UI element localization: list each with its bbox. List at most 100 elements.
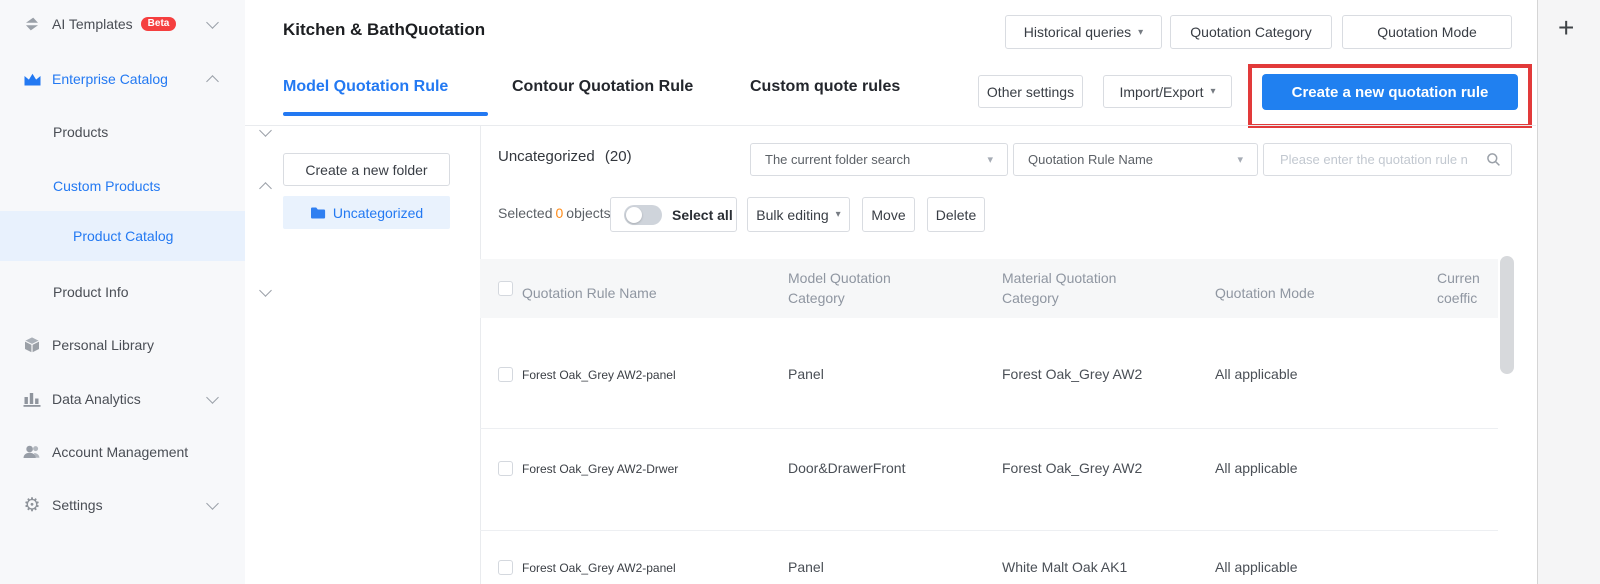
selected-suffix: objects — [566, 205, 610, 221]
other-settings-button[interactable]: Other settings — [978, 75, 1083, 108]
app-window: AI Templates Beta Enterprise Catalog Pro… — [0, 0, 1600, 584]
move-button[interactable]: Move — [862, 197, 915, 232]
sidebar-item-ai-templates[interactable]: AI Templates Beta — [0, 6, 245, 42]
delete-button[interactable]: Delete — [927, 197, 985, 232]
sidebar-item-label: Account Management — [52, 444, 188, 460]
toggle-knob — [626, 207, 642, 223]
column-header-coefficient: Curren coeffic — [1437, 268, 1480, 308]
historical-queries-button[interactable]: Historical queries ▾ — [1005, 15, 1162, 49]
tab-model-quotation-rule[interactable]: Model Quotation Rule — [283, 78, 448, 96]
create-quotation-rule-label: Create a new quotation rule — [1292, 84, 1489, 101]
page-title: Kitchen & BathQuotation — [283, 20, 485, 40]
cell-rule-name: Forest Oak_Grey AW2-Drwer — [522, 462, 678, 476]
selected-count: 0 — [552, 205, 566, 221]
folder-item-label: Uncategorized — [333, 205, 423, 221]
cell-quotation-mode: All applicable — [1215, 559, 1298, 575]
cell-model-category: Door&DrawerFront — [788, 460, 905, 476]
quotation-category-label: Quotation Category — [1190, 24, 1311, 40]
rule-search-input[interactable] — [1278, 151, 1480, 168]
select-all-label: Select all — [672, 207, 733, 223]
sidebar-item-label: Products — [53, 124, 108, 140]
create-quotation-rule-button[interactable]: Create a new quotation rule — [1262, 74, 1518, 110]
current-folder-count: (20) — [605, 148, 632, 165]
selected-prefix: Selected — [498, 205, 552, 221]
active-tab-underline — [283, 112, 488, 116]
sidebar-item-label: Enterprise Catalog — [52, 71, 168, 87]
search-field-value: Quotation Rule Name — [1028, 152, 1153, 167]
panel-divider — [480, 125, 481, 584]
search-icon[interactable] — [1486, 152, 1501, 167]
chevron-down-icon — [206, 16, 219, 29]
current-folder-name: Uncategorized — [498, 148, 595, 165]
sidebar-item-settings[interactable]: ⚙ Settings — [0, 487, 245, 523]
cube-icon — [22, 336, 42, 354]
select-all-toggle[interactable] — [624, 205, 662, 225]
chevron-up-icon — [206, 75, 219, 88]
sidebar-item-label: Product Info — [53, 284, 129, 300]
sidebar-item-label: Settings — [52, 497, 103, 513]
quotation-mode-label: Quotation Mode — [1377, 24, 1477, 40]
folder-icon — [310, 206, 326, 220]
bar-chart-icon — [22, 391, 42, 407]
table-scrollbar[interactable] — [1500, 256, 1514, 374]
cell-model-category: Panel — [788, 366, 824, 382]
gear-icon: ⚙ — [22, 496, 42, 515]
select-all-checkbox[interactable] — [498, 281, 513, 296]
chevron-down-icon — [206, 497, 219, 510]
search-field-dropdown[interactable]: Quotation Rule Name ▾ — [1013, 143, 1258, 176]
sidebar-item-product-catalog[interactable]: Product Catalog — [0, 211, 245, 261]
caret-down-icon: ▾ — [836, 209, 841, 220]
tab-custom-quote-rules[interactable]: Custom quote rules — [750, 78, 900, 96]
cell-material-category: White Malt Oak AK1 — [1002, 559, 1127, 575]
current-folder-heading: Uncategorized (20) — [498, 148, 632, 165]
chevron-down-icon — [206, 391, 219, 404]
create-folder-button[interactable]: Create a new folder — [283, 153, 450, 186]
sidebar-item-custom-products[interactable]: Custom Products — [0, 168, 298, 204]
caret-down-icon: ▾ — [1211, 86, 1216, 97]
historical-queries-label: Historical queries — [1024, 24, 1131, 40]
chevron-down-icon — [259, 124, 272, 137]
cell-material-category: Forest Oak_Grey AW2 — [1002, 366, 1142, 382]
sidebar-item-enterprise-catalog[interactable]: Enterprise Catalog — [0, 61, 245, 97]
column-header-rule-name: Quotation Rule Name — [522, 283, 657, 303]
rule-search-box — [1263, 143, 1512, 176]
sidebar-item-personal-library[interactable]: Personal Library — [0, 327, 245, 363]
cell-rule-name: Forest Oak_Grey AW2-panel — [522, 368, 676, 382]
column-header-quotation-mode: Quotation Mode — [1215, 283, 1315, 303]
column-header-coefficient-line2: coeffic — [1437, 290, 1477, 306]
sidebar-item-label: AI Templates — [52, 16, 133, 32]
row-divider — [480, 530, 1498, 531]
tab-contour-quotation-rule[interactable]: Contour Quotation Rule — [512, 78, 693, 96]
sidebar-item-data-analytics[interactable]: Data Analytics — [0, 381, 245, 417]
sidebar-item-products[interactable]: Products — [0, 114, 298, 150]
row-checkbox[interactable] — [498, 461, 513, 476]
sidebar-item-label: Custom Products — [53, 178, 160, 194]
import-export-button[interactable]: Import/Export ▾ — [1103, 75, 1232, 108]
beta-badge: Beta — [141, 17, 177, 31]
new-tab-plus-icon[interactable]: + — [1558, 14, 1574, 42]
bulk-editing-button[interactable]: Bulk editing ▾ — [747, 197, 850, 232]
select-all-button[interactable]: Select all — [610, 197, 737, 232]
column-header-model-category: Model Quotation Category — [788, 268, 913, 308]
row-checkbox[interactable] — [498, 367, 513, 382]
caret-down-icon: ▾ — [1138, 27, 1143, 38]
folder-item-uncategorized[interactable]: Uncategorized — [283, 196, 450, 229]
sidebar: AI Templates Beta Enterprise Catalog Pro… — [0, 0, 245, 584]
cell-material-category: Forest Oak_Grey AW2 — [1002, 460, 1142, 476]
delete-label: Delete — [936, 207, 976, 223]
row-checkbox[interactable] — [498, 560, 513, 575]
search-scope-dropdown[interactable]: The current folder search ▾ — [750, 143, 1008, 176]
caret-down-icon: ▾ — [987, 153, 993, 166]
sidebar-item-label: Personal Library — [52, 337, 154, 353]
caret-down-icon: ▾ — [1237, 153, 1243, 166]
quotation-category-button[interactable]: Quotation Category — [1170, 15, 1332, 49]
crown-icon — [22, 72, 42, 87]
tabs-divider — [245, 125, 1536, 126]
selected-count-text: Selected0objects — [498, 205, 611, 221]
sidebar-item-product-info[interactable]: Product Info — [0, 274, 298, 310]
sidebar-item-label: Product Catalog — [73, 228, 173, 244]
chevron-down-icon — [259, 284, 272, 297]
import-export-label: Import/Export — [1119, 84, 1203, 100]
sidebar-item-account-management[interactable]: Account Management — [0, 434, 245, 470]
quotation-mode-button[interactable]: Quotation Mode — [1342, 15, 1512, 49]
